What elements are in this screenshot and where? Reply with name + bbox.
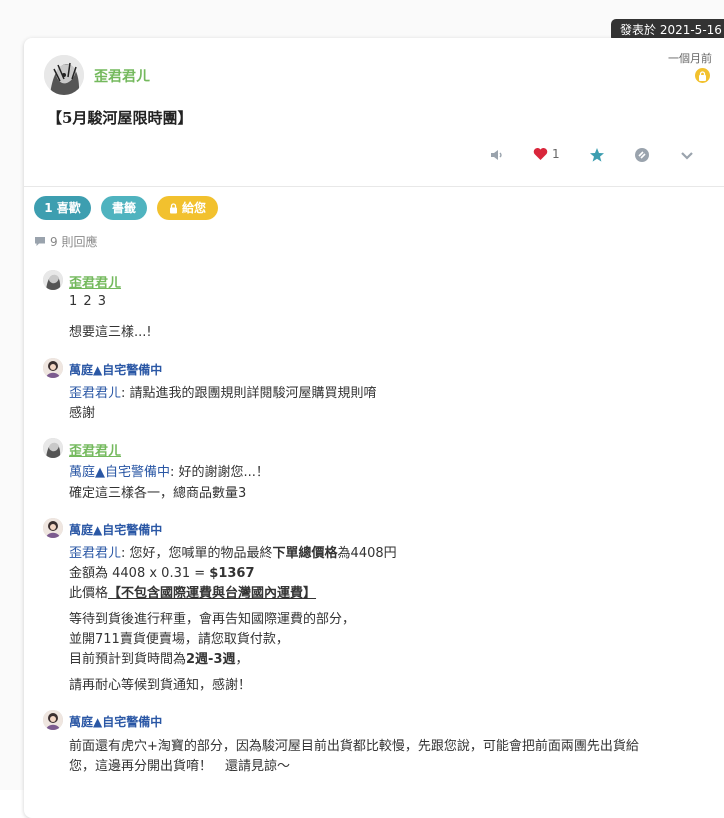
comment-text-emphasis: 【不包含國際運費與台灣國內運費】 xyxy=(108,586,317,601)
comment-avatar[interactable] xyxy=(43,438,63,458)
comment-text: 等待到貨後進行秤重，會再告知國際運費的部分， xyxy=(69,612,356,627)
comment-text: 確定這三樣各一，總商品數量3 xyxy=(69,486,247,501)
bookmark-tag[interactable]: 書籤 xyxy=(101,196,147,220)
comment-text-part: : 您好，您喊單的物品最終 xyxy=(121,546,273,561)
bookmark-tag-label: 書籤 xyxy=(111,201,136,215)
post-card: 歪君君ㄦ 一個月前 【5月駿河屋限時團】 1 1 喜歡 書籤 給您 9 則回應 … xyxy=(24,38,724,818)
private-tag-label: 給您 xyxy=(181,201,206,215)
comment-text-part: 此價格 xyxy=(69,586,109,601)
tooltip-text: 發表於 2021-5-16 xyxy=(620,23,722,37)
comment-text: 並開711賣貨便賣場，請您取貨付款， xyxy=(69,632,289,647)
comment-text-bold: $1367 xyxy=(209,566,255,581)
comment-author[interactable]: 萬庭▲自宅警備中 xyxy=(69,361,162,378)
comment-text: 歪君君ㄦ: 請點進我的跟團規則詳閱駿河屋購買規則唷 xyxy=(69,382,377,401)
comment-text-part: : 請點進我的跟團規則詳閱駿河屋購買規則唷 xyxy=(121,386,377,401)
comment-text-bold: 下單總價格 xyxy=(272,546,338,561)
author-name[interactable]: 歪君君ㄦ xyxy=(94,66,150,86)
post-title: 【5月駿河屋限時團】 xyxy=(47,109,193,127)
speaker-icon xyxy=(491,150,502,160)
lock-icon xyxy=(169,202,177,213)
replies-count[interactable]: 9 則回應 xyxy=(34,233,97,250)
comment-text-part: 目前預計到貨時間為 xyxy=(69,652,187,667)
comment-icon xyxy=(35,237,45,246)
author-avatar[interactable] xyxy=(44,55,84,95)
like-tag-label: 1 喜歡 xyxy=(44,201,81,215)
comment-text: 目前預計到貨時間為2週-3週， xyxy=(69,648,249,667)
comment-avatar[interactable] xyxy=(43,518,63,538)
like-button[interactable]: 1 xyxy=(533,147,560,161)
star-icon xyxy=(590,148,604,162)
chevron-down-icon xyxy=(681,152,693,160)
comment-text: 萬庭▲自宅警備中: 好的謝謝您...！ xyxy=(69,461,269,480)
comment-text: 感謝 xyxy=(69,406,96,421)
like-tag[interactable]: 1 喜歡 xyxy=(34,196,91,220)
comment-author[interactable]: 歪君君ㄦ xyxy=(69,272,121,291)
comment-author[interactable]: 歪君君ㄦ xyxy=(69,440,121,459)
header-divider xyxy=(24,186,724,187)
mention-link[interactable]: 歪君君ㄦ xyxy=(69,546,121,561)
share-button[interactable] xyxy=(634,147,650,163)
more-button[interactable] xyxy=(679,147,695,163)
favorite-button[interactable] xyxy=(589,147,605,163)
comment-text-part: 為4408円 xyxy=(337,546,397,561)
comment-text-part: : 好的謝謝您...！ xyxy=(170,465,269,480)
mention-link[interactable]: 萬庭▲自宅警備中 xyxy=(69,465,170,480)
private-tag[interactable]: 給您 xyxy=(157,196,218,220)
comment-text: 想要這三樣...! xyxy=(69,325,152,340)
comment-text-part: ， xyxy=(235,652,249,667)
comment-text-bold: 2週-3週 xyxy=(186,652,236,667)
replies-count-label: 9 則回應 xyxy=(50,235,98,249)
comment-text: 此價格【不包含國際運費與台灣國內運費】 xyxy=(69,582,316,601)
post-time: 一個月前 xyxy=(668,52,712,65)
comment-text: 前面還有虎穴+淘寶的部分，因為駿河屋目前出貨都比較慢，先跟您說，可能會把前面兩團… xyxy=(69,739,639,754)
comment-avatar[interactable] xyxy=(43,270,63,290)
mute-button[interactable] xyxy=(489,147,505,163)
mention-link[interactable]: 歪君君ㄦ xyxy=(69,386,121,401)
lock-icon xyxy=(695,68,710,83)
comment-text: 請再耐心等候到貨通知，感謝！ xyxy=(69,678,252,693)
comment-text-part: 金額為 4408 x 0.31 = xyxy=(69,566,210,581)
like-count: 1 xyxy=(552,147,560,161)
comment-text: 1 2 3 xyxy=(69,294,108,309)
comment-text: 您，這邊再分開出貨唷！ 還請見諒～ xyxy=(69,759,291,774)
comment-avatar[interactable] xyxy=(43,358,63,378)
comment-author[interactable]: 萬庭▲自宅警備中 xyxy=(69,521,162,538)
comment-text: 歪君君ㄦ: 您好，您喊單的物品最終下單總價格為4408円 xyxy=(69,542,397,561)
comment-text: 金額為 4408 x 0.31 = $1367 xyxy=(69,562,255,581)
comment-avatar[interactable] xyxy=(43,710,63,730)
link-icon xyxy=(635,148,649,162)
comment-author[interactable]: 萬庭▲自宅警備中 xyxy=(69,713,162,730)
heart-icon xyxy=(533,148,548,160)
